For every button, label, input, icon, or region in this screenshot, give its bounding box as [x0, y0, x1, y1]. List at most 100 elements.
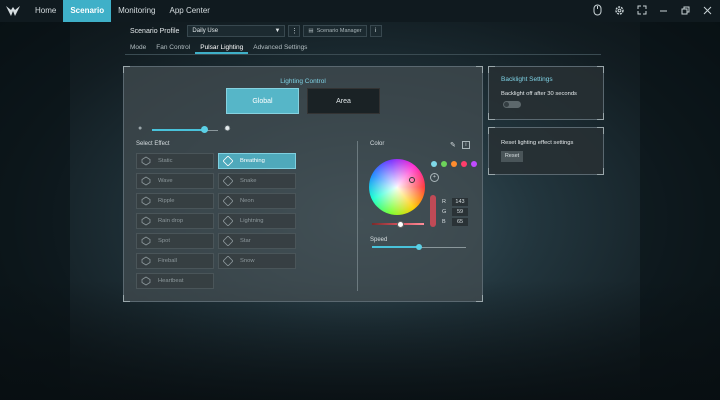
scenario-profile-dropdown[interactable]: Daily Use ▼	[187, 25, 286, 37]
effect-wave-button[interactable]: Wave	[136, 173, 214, 189]
restore-icon[interactable]	[679, 3, 692, 17]
effect-label: Neon	[240, 198, 254, 204]
fullscreen-icon[interactable]	[635, 3, 648, 17]
panel-corner	[488, 66, 495, 73]
wave-effect-icon	[140, 176, 152, 187]
area-button[interactable]: Area	[307, 88, 380, 114]
gear-icon[interactable]	[613, 3, 626, 17]
rgb-r-label: R	[442, 199, 446, 205]
heartbeat-effect-icon	[140, 276, 152, 287]
backlight-settings-panel: Backlight Settings Backlight off after 3…	[488, 66, 604, 120]
effect-static-button[interactable]: Static	[136, 153, 214, 169]
snow-effect-icon	[222, 256, 234, 267]
effect-spot-button[interactable]: Spot	[136, 233, 214, 249]
spot-effect-icon	[140, 236, 152, 247]
select-effect-title: Select Effect	[136, 141, 170, 147]
panel-corner	[123, 66, 130, 73]
panel-corner	[488, 168, 495, 175]
global-button[interactable]: Global	[226, 88, 299, 114]
color-swatch[interactable]	[461, 161, 467, 167]
brightness-slider[interactable]: ● ✹	[138, 124, 231, 135]
effect-ripple-button[interactable]: Ripple	[136, 193, 214, 209]
static-effect-icon	[140, 156, 152, 167]
scenario-manager-button[interactable]: ▤ Scenario Manager	[303, 25, 367, 37]
effect-label: Heartbeat	[158, 278, 184, 284]
nav-app-center[interactable]: App Center	[163, 0, 217, 22]
more-options-icon[interactable]: ⋮	[288, 25, 301, 37]
scenario-manager-icon: ▤	[308, 28, 314, 34]
scenario-profile-label: Scenario Profile	[130, 27, 180, 35]
backlight-off-text: Backlight off after 30 seconds	[501, 91, 577, 97]
panel-divider	[357, 141, 358, 291]
tab-fan-control[interactable]: Fan Control	[151, 42, 195, 54]
backlight-toggle[interactable]	[503, 101, 521, 108]
color-wheel-selector[interactable]	[409, 177, 415, 183]
color-wheel-white-center	[369, 159, 425, 215]
panel-corner	[597, 168, 604, 175]
effect-label: Breathing	[240, 158, 265, 164]
color-preview-bar[interactable]	[430, 195, 436, 227]
effect-rain-drop-button[interactable]: Rain drop	[136, 213, 214, 229]
color-tone-knob[interactable]	[397, 221, 404, 228]
color-swatches	[431, 161, 477, 167]
rain-drop-effect-icon	[140, 216, 152, 227]
ripple-effect-icon	[140, 196, 152, 207]
rgb-b-value[interactable]: 65	[452, 218, 468, 226]
effect-label: Wave	[158, 178, 173, 184]
effect-fireball-button[interactable]: Fireball	[136, 253, 214, 269]
effect-label: Fireball	[158, 258, 178, 264]
panel-corner	[597, 113, 604, 120]
color-swatch[interactable]	[431, 161, 437, 167]
add-swatch-icon[interactable]: +	[430, 173, 439, 182]
tab-advanced-settings[interactable]: Advanced Settings	[248, 42, 312, 54]
effect-lightning-button[interactable]: Lightning	[218, 213, 296, 229]
neon-effect-icon	[222, 196, 234, 207]
effect-star-button[interactable]: Star	[218, 233, 296, 249]
color-swatch[interactable]	[441, 161, 447, 167]
effect-neon-button[interactable]: Neon	[218, 193, 296, 209]
color-title: Color	[370, 141, 385, 147]
minimize-icon[interactable]	[657, 3, 670, 17]
chevron-down-icon: ▼	[274, 28, 281, 34]
nav-home[interactable]: Home	[28, 0, 63, 22]
reset-lighting-text: Reset lighting effect settings	[501, 140, 574, 146]
scenario-manager-label: Scenario Manager	[316, 28, 362, 34]
effect-snow-button[interactable]: Snow	[218, 253, 296, 269]
panel-corner	[476, 295, 483, 302]
lighting-control-panel: Lighting Control Global Area ● ✹ Select …	[123, 66, 483, 302]
panel-corner	[597, 127, 604, 134]
nav-monitoring[interactable]: Monitoring	[111, 0, 162, 22]
color-swatch[interactable]	[471, 161, 477, 167]
effect-label: Static	[158, 158, 173, 164]
predator-logo-icon	[6, 6, 20, 16]
mouse-icon[interactable]	[591, 3, 604, 17]
effect-label: Spot	[158, 238, 170, 244]
eyedropper-icon[interactable]: ✎	[450, 141, 456, 149]
star-effect-icon	[222, 236, 234, 247]
tab-pulsar-lighting[interactable]: Pulsar Lighting	[195, 42, 249, 54]
close-icon[interactable]	[701, 3, 714, 17]
nav-scenario[interactable]: Scenario	[63, 0, 112, 22]
info-icon[interactable]: i	[369, 25, 382, 37]
effect-label: Ripple	[158, 198, 175, 204]
rgb-r-value[interactable]: 143	[452, 198, 468, 206]
effect-grid: Static Breathing Wave Snake Ripple Neon Rain d…	[136, 153, 300, 289]
color-swatch[interactable]	[451, 161, 457, 167]
reset-button[interactable]: Reset	[501, 151, 523, 162]
panel-corner	[476, 66, 483, 73]
effect-heartbeat-button[interactable]: Heartbeat	[136, 273, 214, 289]
effect-breathing-button[interactable]: Breathing	[218, 153, 296, 169]
brightness-fill	[152, 129, 205, 131]
effect-snake-button[interactable]: Snake	[218, 173, 296, 189]
speed-knob[interactable]	[416, 244, 422, 250]
tab-mode[interactable]: Mode	[125, 42, 151, 54]
panel-corner	[123, 295, 130, 302]
effect-label: Star	[240, 238, 251, 244]
rgb-b-label: B	[442, 219, 446, 225]
speed-title: Speed	[370, 237, 388, 243]
rgb-g-value[interactable]: 59	[452, 208, 468, 216]
brightness-knob[interactable]	[201, 126, 209, 133]
info-icon[interactable]: i	[461, 141, 470, 149]
lighting-control-title: Lighting Control	[280, 78, 326, 85]
color-wheel[interactable]	[369, 159, 425, 215]
